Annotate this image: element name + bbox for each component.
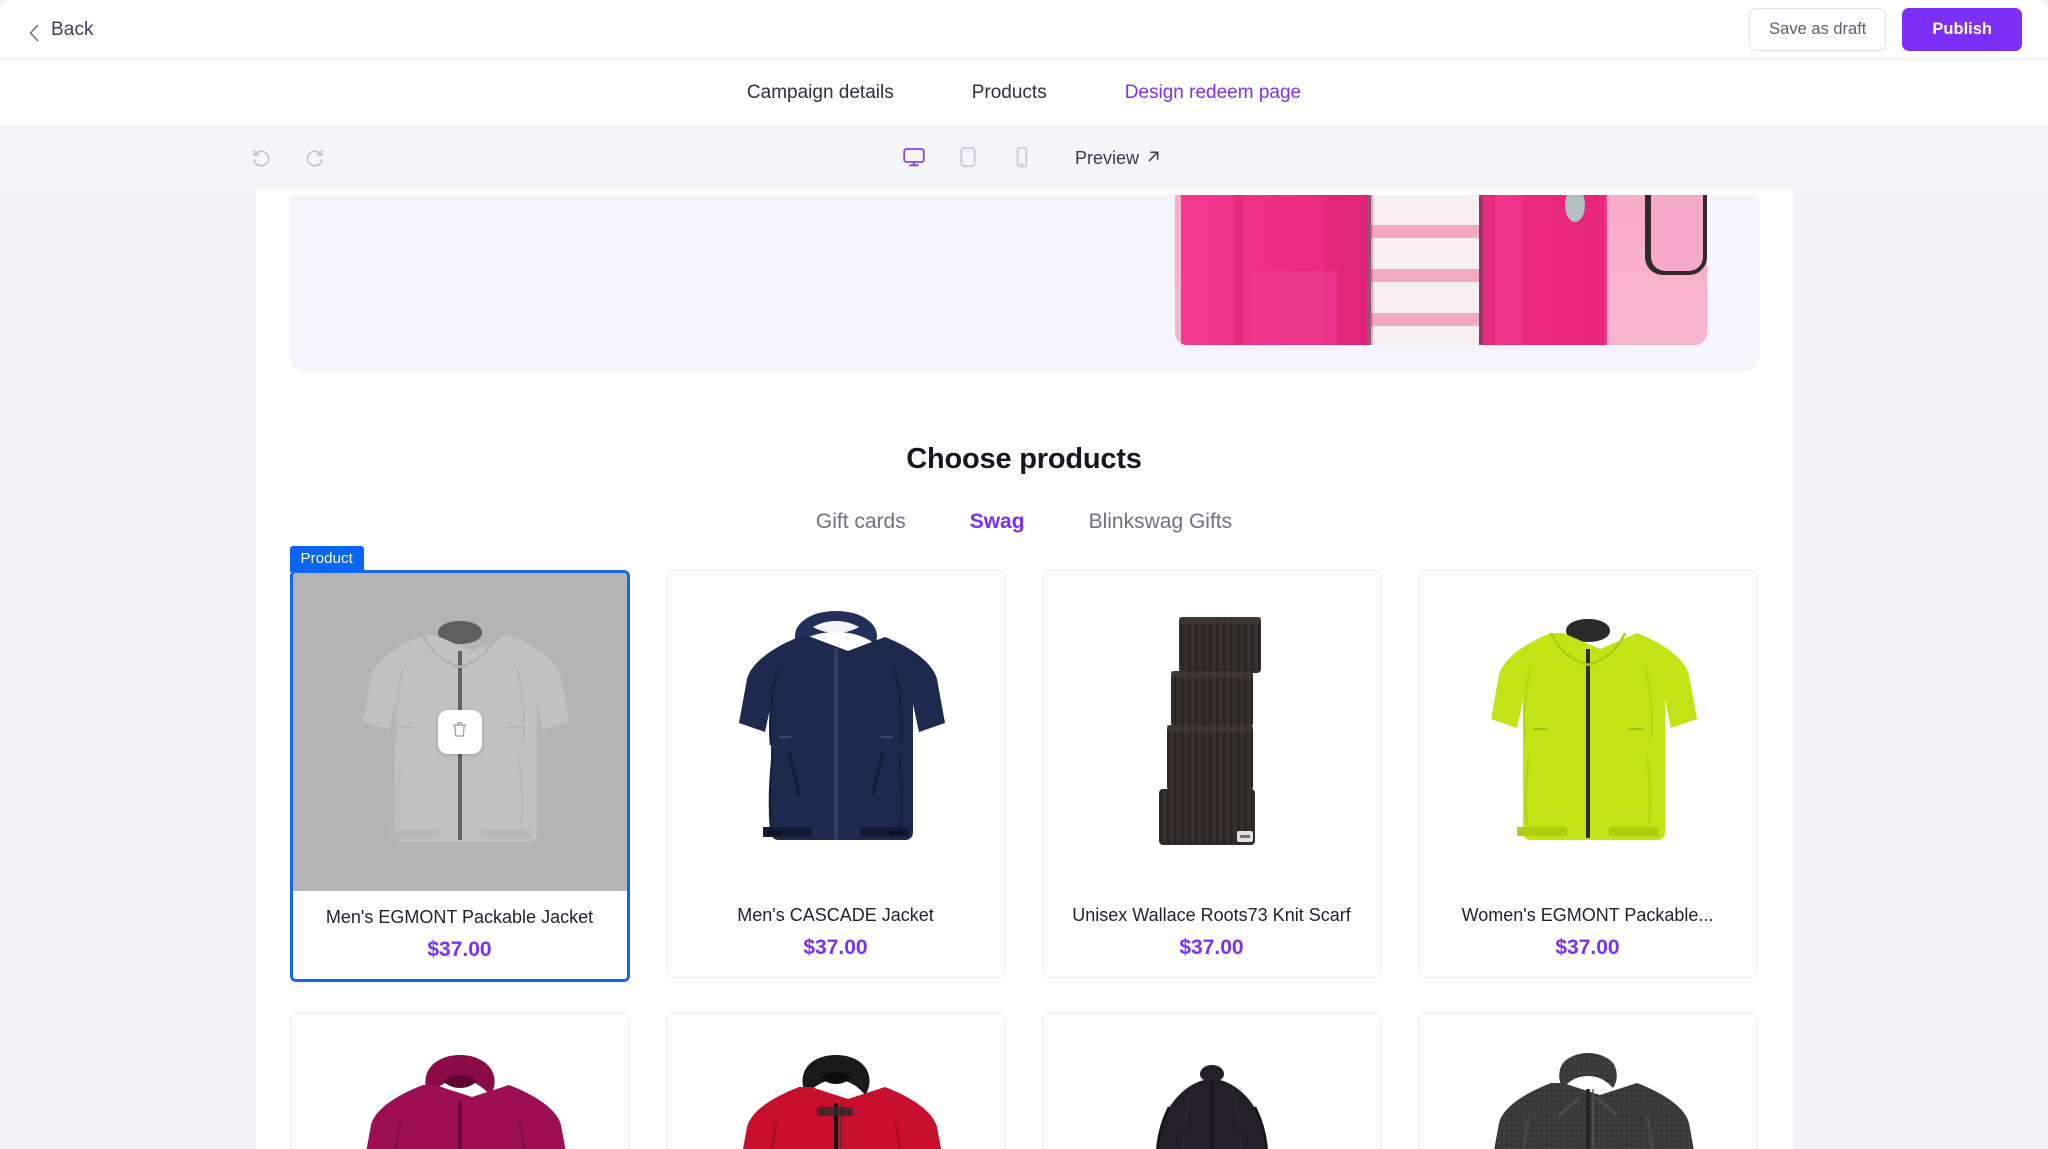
product-price: $37.00: [803, 936, 868, 959]
product-card[interactable]: Men's CASCADE Jacket $37.00: [665, 570, 1006, 982]
redeem-page-canvas: Choose products Gift cards Swag Blinkswa…: [255, 189, 1793, 1149]
redeem-page-canvas-scroll[interactable]: Choose products Gift cards Swag Blinkswa…: [0, 189, 2048, 1149]
product-price: $37.00: [427, 938, 492, 961]
tab-products[interactable]: Products: [972, 74, 1047, 112]
monitor-icon: [902, 145, 926, 172]
tablet-icon: [956, 145, 980, 172]
undo-icon: [251, 146, 273, 171]
category-tab-blinkswag-gifts[interactable]: Blinkswag Gifts: [1089, 510, 1233, 534]
phone-icon: [1010, 145, 1034, 172]
external-link-icon: [1146, 148, 1161, 169]
redo-icon: [303, 146, 325, 171]
back-button[interactable]: Back: [26, 13, 100, 47]
category-tab-swag[interactable]: Swag: [970, 510, 1025, 534]
delete-product-button[interactable]: [437, 710, 482, 754]
product-price: $37.00: [1179, 936, 1244, 959]
product-card-inner[interactable]: Women's EGMONT Packable... $37.00: [1417, 570, 1758, 978]
product-price: $37.00: [1555, 936, 1620, 959]
publish-button[interactable]: Publish: [1902, 8, 2022, 51]
product-thumbnail: [1418, 1013, 1757, 1149]
redo-button[interactable]: [300, 144, 328, 172]
product-thumbnail: [290, 1013, 629, 1149]
campaign-nav-tabs: Campaign details Products Design redeem …: [0, 60, 2048, 127]
hero-banner[interactable]: [289, 195, 1759, 371]
product-card-inner[interactable]: [289, 1012, 630, 1149]
product-thumbnail: [292, 573, 627, 891]
knit-scarf-dark-brown-art: [1158, 617, 1261, 845]
product-card[interactable]: Product Men's EGMONT Packable Jacket $37…: [289, 546, 630, 982]
save-as-draft-button[interactable]: Save as draft: [1749, 8, 1887, 51]
product-grid: Product Men's EGMONT Packable Jacket $37…: [289, 546, 1759, 1149]
product-thumbnail: [666, 571, 1005, 889]
product-card-inner[interactable]: [665, 1012, 1006, 1149]
desktop-view-button[interactable]: [887, 141, 941, 175]
product-card[interactable]: Women's EGMONT Packable... $37.00: [1417, 570, 1758, 982]
product-name: Men's EGMONT Packable Jacket: [325, 907, 594, 927]
device-preview-controls: Preview: [887, 141, 1161, 175]
category-tab-gift-cards[interactable]: Gift cards: [816, 510, 906, 534]
preview-link-label: Preview: [1074, 147, 1140, 168]
undo-button[interactable]: [248, 144, 276, 172]
product-thumbnail: [1042, 571, 1381, 889]
beanie-black-art: [1155, 1065, 1268, 1149]
product-name: Unisex Wallace Roots73 Knit Scarf: [1072, 905, 1351, 925]
jacket-hooded-navy-art: [738, 611, 945, 840]
top-bar-actions: Save as draft Publish: [1749, 8, 2022, 51]
product-card[interactable]: Unisex Wallace Roots73 Knit Scarf $37.00: [1041, 570, 1382, 982]
tablet-view-button[interactable]: [941, 141, 995, 175]
product-thumbnail: [666, 1013, 1005, 1149]
hero-banner-image: [1174, 195, 1707, 345]
editor-toolbar: Preview: [0, 127, 2048, 189]
jacket-red-black-collar-art: [742, 1055, 941, 1149]
product-card[interactable]: [665, 1012, 1006, 1149]
product-name: Women's EGMONT Packable...: [1461, 905, 1714, 925]
choose-products-title: Choose products: [906, 443, 1142, 475]
mobile-view-button[interactable]: [995, 141, 1049, 175]
preview-link[interactable]: Preview: [1075, 148, 1161, 169]
trash-icon: [450, 720, 469, 744]
jacket-hooded-magenta-art: [366, 1055, 565, 1149]
product-thumbnail: [1418, 571, 1757, 889]
product-card-inner[interactable]: Men's EGMONT Packable Jacket $37.00: [289, 570, 630, 982]
product-thumbnail: [1042, 1013, 1381, 1149]
top-bar: Back Save as draft Publish: [0, 0, 2048, 60]
product-card-inner[interactable]: Men's CASCADE Jacket $37.00: [665, 570, 1006, 978]
product-card-inner[interactable]: [1041, 1012, 1382, 1149]
product-name: Men's CASCADE Jacket: [737, 905, 934, 925]
product-card-inner[interactable]: [1417, 1012, 1758, 1149]
product-card[interactable]: [1041, 1012, 1382, 1149]
product-card-inner[interactable]: Unisex Wallace Roots73 Knit Scarf $37.00: [1041, 570, 1382, 978]
chevron-left-icon: [28, 24, 40, 41]
back-button-label: Back: [51, 18, 94, 40]
design-redeem-page-app: Back Save as draft Publish Campaign deta…: [0, 0, 2048, 1149]
product-category-tabs: Gift cards Swag Blinkswag Gifts: [256, 510, 1793, 534]
product-card[interactable]: [289, 1012, 630, 1149]
fleece-jacket-dark-heather-art: [1493, 1053, 1694, 1149]
product-card[interactable]: [1417, 1012, 1758, 1149]
jacket-lime-green-art: [1490, 619, 1697, 840]
history-controls: [248, 144, 328, 172]
tab-campaign-details[interactable]: Campaign details: [747, 74, 894, 112]
product-badge: Product: [289, 546, 364, 572]
tab-design-redeem-page[interactable]: Design redeem page: [1125, 74, 1301, 112]
